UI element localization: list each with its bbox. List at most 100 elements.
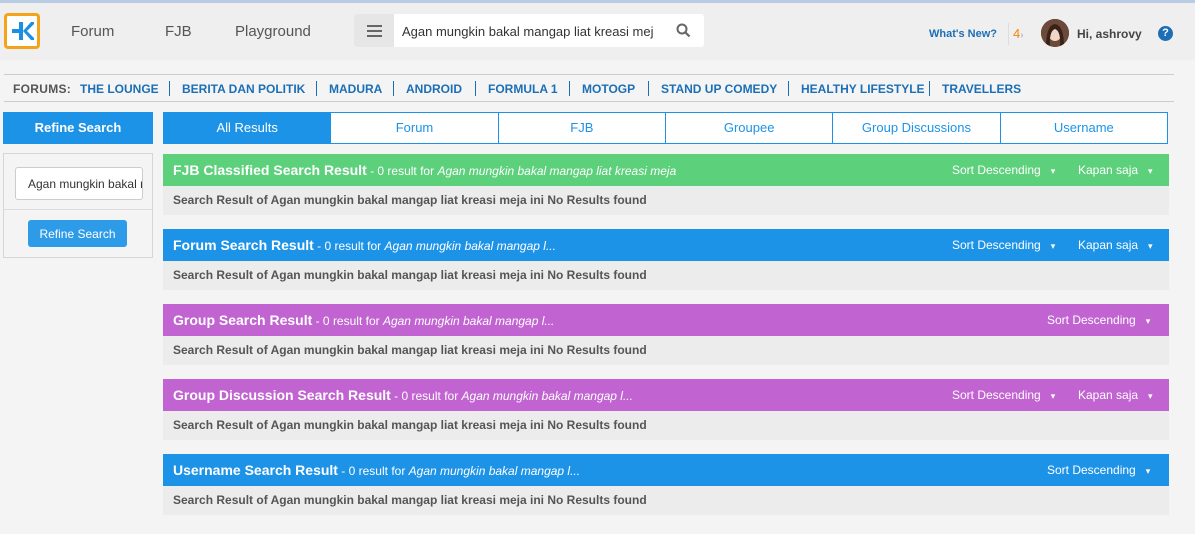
result-body: Search Result of Agan mungkin bakal mang… [163, 486, 1169, 515]
whats-new-link[interactable]: What's New? [929, 28, 997, 40]
result-tabs: All Results Forum FJB Groupee Group Disc… [163, 112, 1168, 144]
forum-link-healthy-lifestyle[interactable]: HEALTHY LIFESTYLE [801, 82, 925, 96]
group-result-section: Group Search Result - 0 result for Agan … [163, 304, 1169, 365]
result-body: Search Result of Agan mungkin bakal mang… [163, 186, 1169, 215]
forum-link-stand-up-comedy[interactable]: STAND UP COMEDY [661, 82, 777, 96]
result-count: - 0 result for [313, 239, 385, 253]
forum-link-the-lounge[interactable]: THE LOUNGE [80, 82, 159, 96]
result-title[interactable]: Forum Search Result [173, 237, 314, 253]
result-count: - 0 result for [366, 164, 438, 178]
search-icon[interactable] [676, 23, 691, 38]
sort-label: Sort Descending [952, 163, 1041, 177]
kaskus-logo-icon [12, 22, 34, 40]
refine-search-input[interactable] [15, 167, 143, 200]
sort-label: Sort Descending [952, 238, 1041, 252]
forum-link-berita-dan-politik[interactable]: BERITA DAN POLITIK [182, 82, 305, 96]
forum-link-motogp[interactable]: MOTOGP [582, 82, 635, 96]
time-label: Kapan saja [1078, 163, 1139, 177]
hamburger-menu-icon[interactable] [354, 14, 394, 47]
forum-separator [393, 81, 394, 96]
nav-forum[interactable]: Forum [71, 23, 114, 40]
forum-link-travellers[interactable]: TRAVELLERS [942, 82, 1021, 96]
refine-search-button[interactable]: Refine Search [28, 220, 127, 247]
result-count: - 0 result for [390, 389, 462, 403]
result-title[interactable]: Username Search Result [173, 462, 338, 478]
forum-separator [929, 81, 930, 96]
result-header: FJB Classified Search Result - 0 result … [163, 154, 1169, 186]
forum-separator [316, 81, 317, 96]
time-dropdown[interactable]: Kapan saja ▾ [1078, 163, 1153, 177]
result-body: Search Result of Agan mungkin bakal mang… [163, 261, 1169, 290]
sort-label: Sort Descending [1047, 313, 1136, 327]
nav-playground[interactable]: Playground [235, 23, 311, 40]
result-body: Search Result of Agan mungkin bakal mang… [163, 411, 1169, 440]
tab-forum[interactable]: Forum [330, 113, 498, 143]
result-title[interactable]: Group Search Result [173, 312, 312, 328]
result-query: Agan mungkin bakal mangap l... [384, 239, 556, 253]
avatar[interactable] [1041, 19, 1069, 47]
sort-label: Sort Descending [952, 388, 1041, 402]
nav-fjb[interactable]: FJB [165, 23, 192, 40]
result-query: Agan mungkin bakal mangap l... [382, 314, 555, 328]
refine-search-header: Refine Search [3, 112, 153, 144]
sort-dropdown[interactable]: Sort Descending ▾ [952, 388, 1055, 402]
forum-separator [788, 81, 789, 96]
tab-fjb[interactable]: FJB [497, 113, 665, 143]
top-header: Forum FJB Playground What's New? 4› Hi, … [0, 0, 1195, 60]
caret-down-icon: ▾ [1050, 166, 1056, 176]
result-count: - 0 result for [312, 314, 383, 328]
sort-dropdown[interactable]: Sort Descending ▾ [952, 163, 1055, 177]
time-dropdown[interactable]: Kapan saja ▾ [1078, 238, 1153, 252]
result-count: - 0 result for [337, 464, 409, 478]
caret-down-icon: ▾ [1050, 241, 1056, 251]
forum-link-android[interactable]: ANDROID [406, 82, 462, 96]
caret-down-icon: ▾ [1148, 391, 1153, 401]
caret-down-icon: ▾ [1145, 466, 1151, 476]
search-input[interactable] [402, 22, 654, 40]
caret-down-icon: ▾ [1148, 241, 1153, 251]
result-query: Agan mungkin bakal mangap l... [408, 464, 581, 478]
time-label: Kapan saja [1078, 388, 1139, 402]
forum-separator [569, 81, 570, 96]
forum-link-madura[interactable]: MADURA [329, 82, 382, 96]
forum-separator [169, 81, 170, 96]
result-body: Search Result of Agan mungkin bakal mang… [163, 336, 1169, 365]
kaskus-logo[interactable] [4, 13, 40, 49]
caret-down-icon: ▾ [1148, 166, 1153, 176]
search-bar [354, 14, 704, 47]
username-result-section: Username Search Result - 0 result for Ag… [163, 454, 1169, 515]
caret-down-icon: ▾ [1145, 316, 1151, 326]
tab-username[interactable]: Username [999, 113, 1167, 143]
notification-counter[interactable]: 4› [1008, 23, 1024, 45]
result-query: Agan mungkin bakal mangap liat kreasi me… [437, 164, 677, 178]
forum-separator [648, 81, 649, 96]
fjb-result-section: FJB Classified Search Result - 0 result … [163, 154, 1169, 215]
result-header: Username Search Result - 0 result for Ag… [163, 454, 1169, 486]
user-greeting[interactable]: Hi, ashrovy [1077, 27, 1142, 41]
result-title[interactable]: Group Discussion Search Result [173, 387, 391, 403]
forum-result-section: Forum Search Result - 0 result for Agan … [163, 229, 1169, 290]
sort-label: Sort Descending [1047, 463, 1136, 477]
result-header: Group Search Result - 0 result for Agan … [163, 304, 1169, 336]
refine-search-panel: Refine Search [3, 153, 153, 258]
tab-group-discussions[interactable]: Group Discussions [832, 113, 1000, 143]
forums-bar: FORUMS: THE LOUNGE BERITA DAN POLITIK MA… [4, 74, 1174, 102]
group-discussion-result-section: Group Discussion Search Result - 0 resul… [163, 379, 1169, 440]
divider [4, 209, 152, 210]
result-query: Agan mungkin bakal mangap l... [461, 389, 633, 403]
result-header: Group Discussion Search Result - 0 resul… [163, 379, 1169, 411]
result-title[interactable]: FJB Classified Search Result [173, 162, 367, 178]
sort-dropdown[interactable]: Sort Descending ▾ [952, 238, 1055, 252]
tab-all-results[interactable]: All Results [164, 113, 331, 143]
user-avatar-icon [1041, 19, 1069, 47]
tab-groupee[interactable]: Groupee [664, 113, 833, 143]
sort-dropdown[interactable]: Sort Descending ▾ [1047, 463, 1150, 477]
caret-down-icon: ▾ [1050, 391, 1056, 401]
sort-dropdown[interactable]: Sort Descending ▾ [1047, 313, 1150, 327]
forum-separator [475, 81, 476, 96]
forums-label: FORUMS: [13, 82, 72, 96]
forum-link-formula-1[interactable]: FORMULA 1 [488, 82, 558, 96]
help-icon[interactable]: ? [1158, 26, 1173, 41]
result-header: Forum Search Result - 0 result for Agan … [163, 229, 1169, 261]
time-dropdown[interactable]: Kapan saja ▾ [1078, 388, 1153, 402]
